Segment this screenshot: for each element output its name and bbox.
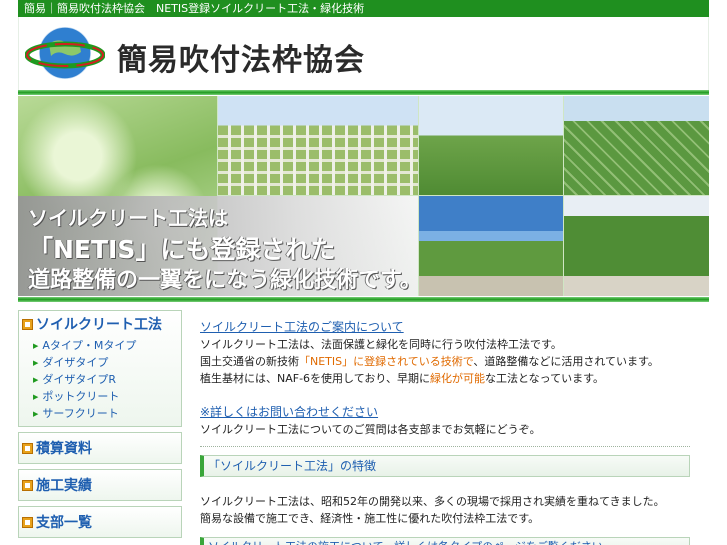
- top-bar-text: 簡易｜簡易吹付法枠協会 NETIS登録ソイルクリート工法・緑化技術: [24, 2, 365, 15]
- sidebar-item-results[interactable]: 施工実績: [19, 470, 181, 500]
- road-slope-photo: [419, 196, 563, 296]
- sidebar-item-label: 施工実績: [36, 478, 92, 494]
- highlight-text: 緑化が可能: [429, 372, 485, 385]
- text: を使用しており、早期に: [310, 372, 430, 385]
- text: な工法となっています。: [484, 372, 604, 385]
- sidebar-section-estimate: 積算資料: [18, 432, 182, 464]
- banner-tagline-1: ソイルクリート工法は: [28, 206, 228, 230]
- hero-banner: ソイルクリート工法は 「NETIS」にも登録された 道路整備の一翼をになう緑化技…: [18, 96, 709, 296]
- sidebar-item-label: ソイルクリート工法: [36, 317, 162, 333]
- section-divider: [200, 446, 690, 447]
- sidebar-section-results: 施工実績: [18, 469, 182, 501]
- text: 、道路整備などに活用されています。: [473, 355, 659, 368]
- main-content: ソイルクリート工法のご案内について ソイルクリート工法は、法面保護と緑化を同時に…: [200, 318, 690, 545]
- sidebar-item-estimate[interactable]: 積算資料: [19, 433, 181, 463]
- green-slope-photo: [419, 96, 563, 195]
- bullet-icon: [22, 318, 33, 330]
- feature-line-2: 簡易な設備で施工でき、経済性・施工性に優れた吹付法枠工法です。: [200, 512, 540, 525]
- feature-line-1: ソイルクリート工法は、昭和52年の開発以来、多くの現場で採用され実績を重ねてきま…: [200, 495, 665, 508]
- terraced-slope-photo: [564, 96, 709, 195]
- highlight-text: 「NETIS」に登録されている技術で: [299, 355, 474, 368]
- bullet-icon: [22, 516, 33, 528]
- header-divider: [18, 90, 709, 95]
- sidebar-section-branches: 支部一覧: [18, 506, 182, 538]
- sidebar-subitem-daiza-type[interactable]: ダイザタイプ: [33, 354, 181, 371]
- intro-link[interactable]: ソイルクリート工法のご案内について: [200, 318, 690, 336]
- feature-heading: 「ソイルクリート工法」の特徴: [200, 455, 690, 477]
- top-bar: 簡易｜簡易吹付法枠協会 NETIS登録ソイルクリート工法・緑化技術: [18, 0, 709, 17]
- text: 国土交通省の新技術: [200, 355, 299, 368]
- site-header: 簡易吹付法枠協会: [18, 17, 709, 91]
- sidebar-subitem-potcrete[interactable]: ポットクリート: [33, 388, 181, 405]
- banner-divider: [18, 297, 709, 302]
- note-link[interactable]: ※詳しくはお問い合わせください: [200, 403, 690, 421]
- bullet-icon: [22, 442, 33, 454]
- grid-slope-photo: [218, 96, 418, 195]
- bullet-icon: [22, 479, 33, 491]
- sidebar-sublist: Aタイプ・Mタイプ ダイザタイプ ダイザタイプR ポットクリート サーフクリート: [19, 337, 181, 426]
- sidebar-item-branches[interactable]: 支部一覧: [19, 507, 181, 537]
- sidebar-item-label: 支部一覧: [36, 515, 92, 531]
- site-title[interactable]: 簡易吹付法枠協会: [117, 35, 365, 79]
- sidebar-item-soilcrete[interactable]: ソイルクリート工法: [19, 311, 181, 337]
- banner-tagline-2: 「NETIS」にも登録された: [28, 235, 336, 264]
- banner-tagline-3: 道路整備の一翼をになう緑化技術です。: [28, 268, 422, 293]
- note-text: ソイルクリート工法についてのご質問は各支部までお気軽にどうぞ。: [200, 423, 541, 436]
- globe-ring-logo-icon[interactable]: [25, 22, 105, 84]
- intro-line-2: 国土交通省の新技術「NETIS」に登録されている技術で、道路整備などに活用されて…: [200, 353, 690, 370]
- sidebar-subitem-daiza-type-r[interactable]: ダイザタイプR: [33, 371, 181, 388]
- text: 植生基材には、NAF-6: [200, 372, 311, 385]
- sub-heading: ソイルクリート工法の施工について、詳しくは各タイプのページをご覧ください: [200, 537, 690, 545]
- sidebar-item-label: 積算資料: [36, 441, 92, 457]
- curved-road-photo: [564, 196, 709, 296]
- sidebar-subitem-surfcrete[interactable]: サーフクリート: [33, 405, 181, 422]
- intro-line-1: ソイルクリート工法は、法面保護と緑化を同時に行う吹付法枠工法です。: [200, 338, 562, 351]
- sidebar-section-soilcrete: ソイルクリート工法 Aタイプ・Mタイプ ダイザタイプ ダイザタイプR ポットクリ…: [18, 310, 182, 427]
- sidebar: ソイルクリート工法 Aタイプ・Mタイプ ダイザタイプ ダイザタイプR ポットクリ…: [18, 310, 182, 543]
- sidebar-subitem-a-m-type[interactable]: Aタイプ・Mタイプ: [33, 337, 181, 354]
- intro-line-3: 植生基材には、NAF-6を使用しており、早期に緑化が可能な工法となっています。: [200, 370, 690, 387]
